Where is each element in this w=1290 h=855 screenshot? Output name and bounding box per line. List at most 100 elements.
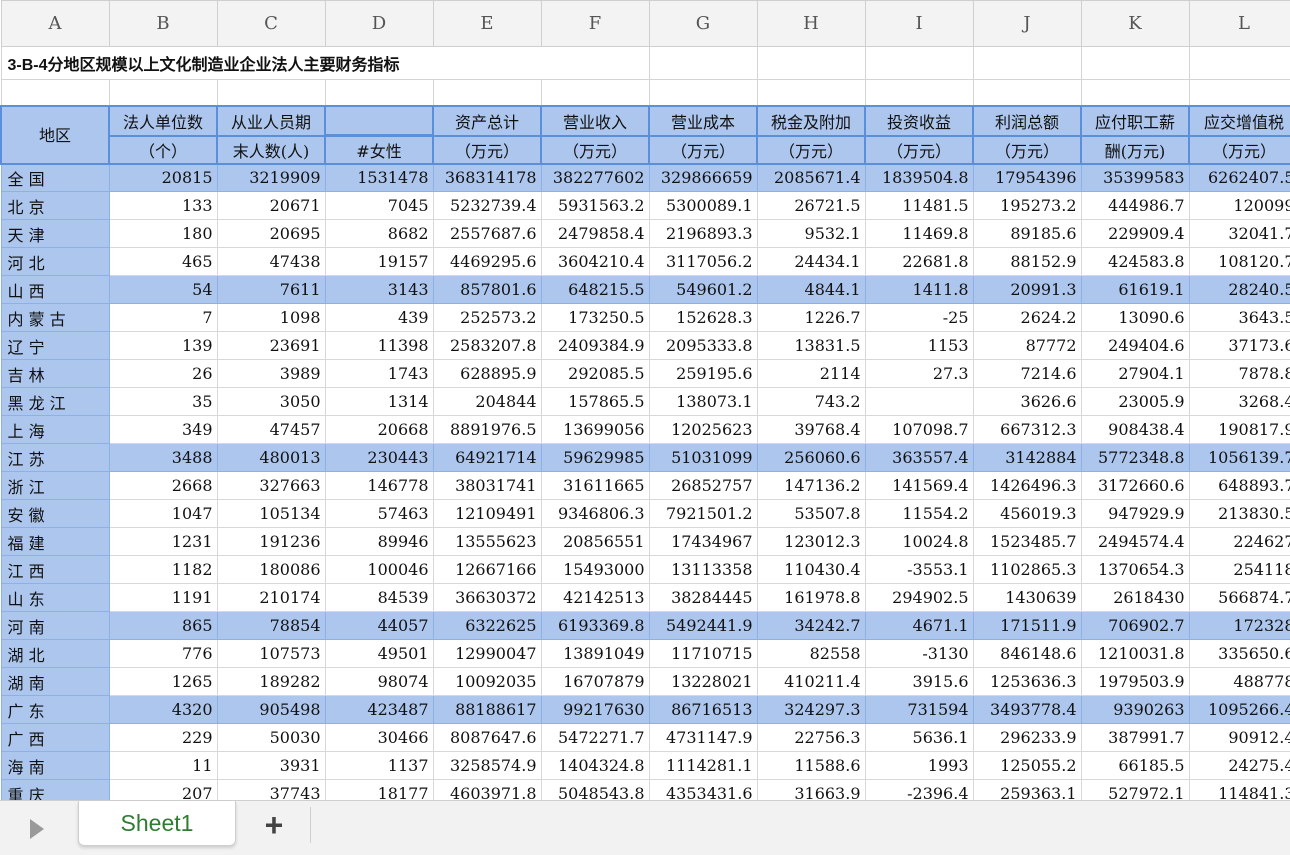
- data-cell[interactable]: 27.3: [864, 359, 974, 388]
- data-cell[interactable]: 1839504.8: [864, 163, 974, 192]
- data-cell[interactable]: 13090.6: [1080, 303, 1190, 332]
- data-cell[interactable]: 84539: [324, 583, 434, 612]
- data-cell[interactable]: 31611665: [540, 471, 650, 500]
- data-cell[interactable]: 382277602: [540, 163, 650, 192]
- header-total-assets-unit[interactable]: （万元）: [432, 134, 542, 165]
- data-cell[interactable]: 947929.9: [1080, 499, 1190, 528]
- data-cell[interactable]: 12025623: [648, 415, 758, 444]
- play-icon[interactable]: [30, 819, 44, 839]
- cell[interactable]: [324, 79, 434, 106]
- data-cell[interactable]: 23005.9: [1080, 387, 1190, 416]
- data-cell[interactable]: 38284445: [648, 583, 758, 612]
- data-cell[interactable]: 210174: [216, 583, 326, 612]
- data-cell[interactable]: 27904.1: [1080, 359, 1190, 388]
- data-cell[interactable]: 648215.5: [540, 275, 650, 304]
- data-cell[interactable]: 9532.1: [756, 219, 866, 248]
- data-cell[interactable]: 4353431.6: [648, 779, 758, 800]
- data-cell[interactable]: 26852757: [648, 471, 758, 500]
- column-header-d[interactable]: D: [324, 0, 434, 47]
- data-cell[interactable]: 324297.3: [756, 695, 866, 724]
- header-vat-payable-unit[interactable]: （万元）: [1188, 134, 1290, 165]
- data-cell[interactable]: 3219909: [216, 163, 326, 192]
- data-cell[interactable]: 2095333.8: [648, 331, 758, 360]
- data-cell[interactable]: 1137: [324, 751, 434, 780]
- data-cell[interactable]: 37173.6: [1188, 331, 1290, 360]
- data-cell[interactable]: 4731147.9: [648, 723, 758, 752]
- data-cell[interactable]: 20695: [216, 219, 326, 248]
- data-cell[interactable]: 480013: [216, 443, 326, 472]
- data-cell[interactable]: 11710715: [648, 639, 758, 668]
- data-cell[interactable]: 3643.5: [1188, 303, 1290, 332]
- header-investment-income[interactable]: 投资收益: [864, 104, 974, 137]
- region-cell[interactable]: 全 国: [0, 163, 110, 192]
- region-cell[interactable]: 河 北: [0, 247, 110, 276]
- data-cell[interactable]: 292085.5: [540, 359, 650, 388]
- data-cell[interactable]: 329866659: [648, 163, 758, 192]
- data-cell[interactable]: 444986.7: [1080, 191, 1190, 220]
- data-cell[interactable]: -25: [864, 303, 974, 332]
- data-cell[interactable]: 1191: [108, 583, 218, 612]
- data-cell[interactable]: 20815: [108, 163, 218, 192]
- data-cell[interactable]: 1056139.7: [1188, 443, 1290, 472]
- region-cell[interactable]: 湖 南: [0, 667, 110, 696]
- column-header-k[interactable]: K: [1080, 0, 1190, 47]
- cell[interactable]: [1080, 46, 1190, 80]
- data-cell[interactable]: 1531478: [324, 163, 434, 192]
- region-cell[interactable]: 天 津: [0, 219, 110, 248]
- data-cell[interactable]: 34242.7: [756, 611, 866, 640]
- cell[interactable]: [432, 79, 542, 106]
- header-taxes-unit[interactable]: （万元）: [756, 134, 866, 165]
- data-cell[interactable]: 5300089.1: [648, 191, 758, 220]
- data-cell[interactable]: 6262407.5: [1188, 163, 1290, 192]
- data-cell[interactable]: 15493000: [540, 555, 650, 584]
- data-cell[interactable]: 47438: [216, 247, 326, 276]
- data-cell[interactable]: 5931563.2: [540, 191, 650, 220]
- data-cell[interactable]: 3050: [216, 387, 326, 416]
- data-cell[interactable]: 7045: [324, 191, 434, 220]
- data-cell[interactable]: 12109491: [432, 499, 542, 528]
- data-cell[interactable]: 1411.8: [864, 275, 974, 304]
- data-cell[interactable]: 423487: [324, 695, 434, 724]
- data-cell[interactable]: 24434.1: [756, 247, 866, 276]
- data-cell[interactable]: 26: [108, 359, 218, 388]
- data-cell[interactable]: 6193369.8: [540, 611, 650, 640]
- data-cell[interactable]: 628895.9: [432, 359, 542, 388]
- cell[interactable]: [108, 79, 218, 106]
- data-cell[interactable]: 259363.1: [972, 779, 1082, 800]
- data-cell[interactable]: 5048543.8: [540, 779, 650, 800]
- data-cell[interactable]: 230443: [324, 443, 434, 472]
- cell[interactable]: [648, 79, 758, 106]
- data-cell[interactable]: 16707879: [540, 667, 650, 696]
- header-employees[interactable]: 从业人员期: [216, 104, 326, 137]
- header-employees-unit[interactable]: 末人数(人): [216, 134, 326, 165]
- data-cell[interactable]: 87772: [972, 331, 1082, 360]
- region-cell[interactable]: 上 海: [0, 415, 110, 444]
- data-cell[interactable]: 1265: [108, 667, 218, 696]
- header-vat-payable[interactable]: 应交增值税: [1188, 104, 1290, 137]
- cell[interactable]: [864, 79, 974, 106]
- header-taxes[interactable]: 税金及附加: [756, 104, 866, 137]
- region-cell[interactable]: 河 南: [0, 611, 110, 640]
- add-sheet-icon[interactable]: +: [258, 809, 290, 841]
- data-cell[interactable]: 465: [108, 247, 218, 276]
- header-investment-income-unit[interactable]: （万元）: [864, 134, 974, 165]
- region-cell[interactable]: 山 西: [0, 275, 110, 304]
- data-cell[interactable]: 456019.3: [972, 499, 1082, 528]
- header-legal-units-unit[interactable]: （个）: [108, 134, 218, 165]
- data-cell[interactable]: 7921501.2: [648, 499, 758, 528]
- data-cell[interactable]: 86716513: [648, 695, 758, 724]
- data-cell[interactable]: 161978.8: [756, 583, 866, 612]
- cell[interactable]: [972, 79, 1082, 106]
- data-cell[interactable]: 5772348.8: [1080, 443, 1190, 472]
- data-cell[interactable]: 846148.6: [972, 639, 1082, 668]
- header-total-profit-unit[interactable]: （万元）: [972, 134, 1082, 165]
- data-cell[interactable]: 410211.4: [756, 667, 866, 696]
- data-cell[interactable]: 141569.4: [864, 471, 974, 500]
- data-cell[interactable]: 13831.5: [756, 331, 866, 360]
- data-cell[interactable]: 3626.6: [972, 387, 1082, 416]
- tab-sheet1[interactable]: Sheet1: [78, 801, 236, 846]
- region-cell[interactable]: 辽 宁: [0, 331, 110, 360]
- data-cell[interactable]: 566874.7: [1188, 583, 1290, 612]
- column-header-b[interactable]: B: [108, 0, 218, 47]
- data-cell[interactable]: 61619.1: [1080, 275, 1190, 304]
